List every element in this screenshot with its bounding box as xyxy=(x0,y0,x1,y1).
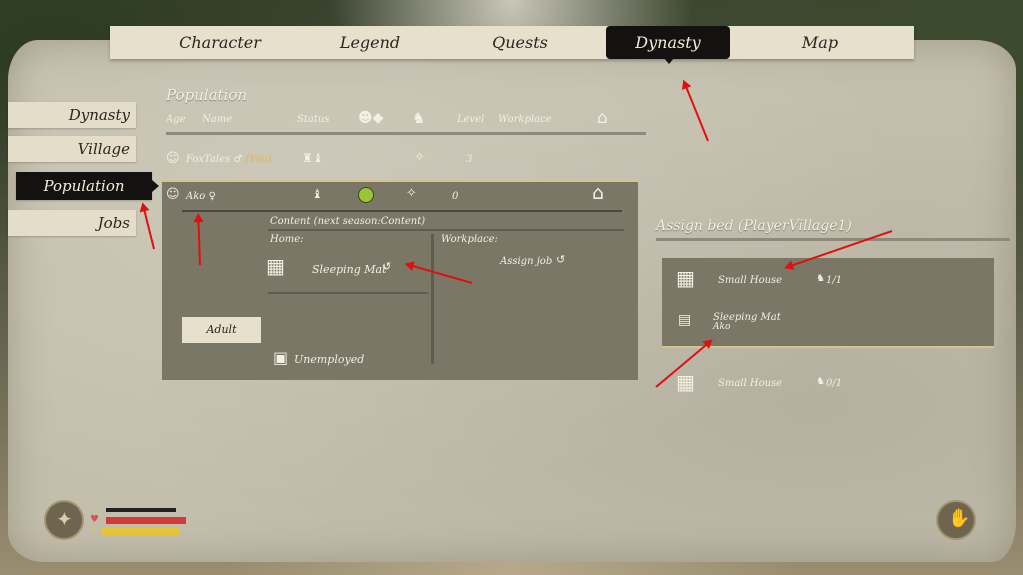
tab-quests[interactable]: Quests xyxy=(470,26,570,59)
health-bar xyxy=(106,517,186,524)
villager-row-foxtales[interactable]: FoxTales ♂ (You) xyxy=(186,154,272,165)
child-face-icon: ☺ xyxy=(166,187,180,202)
age-button[interactable]: Adult xyxy=(182,317,261,343)
assign-job-icon[interactable]: ↺ xyxy=(556,253,565,266)
player-emblem-glyph-icon: ✦ xyxy=(56,507,73,531)
top-nav: Character Legend Quests Dynasty Map xyxy=(110,26,914,59)
health-heart-icon: ♥ xyxy=(90,514,99,525)
mood-sort-icon[interactable]: ☻◆ xyxy=(358,110,383,126)
home-label: Home: xyxy=(270,234,304,245)
happy-mood-icon xyxy=(358,187,374,203)
villager-level: 0 xyxy=(452,191,459,202)
bed-list-panel xyxy=(662,258,994,348)
column-status[interactable]: Status xyxy=(297,114,329,125)
faith-icon: ✧ xyxy=(406,186,417,201)
bed-item-small-house[interactable]: Small House xyxy=(718,275,782,286)
bed-capacity: 0/1 xyxy=(826,378,843,389)
detail-divider xyxy=(268,229,624,231)
job-status: Unemployed xyxy=(294,353,365,366)
you-tag: (You) xyxy=(245,154,272,165)
tab-dynasty[interactable]: Dynasty xyxy=(606,26,730,59)
villager-level: 3 xyxy=(466,154,473,165)
bed-occupant: Ako xyxy=(713,322,731,332)
house-sort-icon[interactable]: ⌂ xyxy=(597,108,608,128)
hand-glyph-icon: ✋ xyxy=(948,508,971,529)
workplace-label: Workplace: xyxy=(441,234,498,245)
villager-row-ako[interactable]: Ako ♀ xyxy=(186,191,216,202)
bed-capacity: 1/1 xyxy=(826,275,843,286)
gender-male-icon: ♂ xyxy=(233,154,243,165)
active-side-caret-icon xyxy=(152,180,159,192)
sleeping-mat-icon: ▦ xyxy=(266,254,285,278)
row-divider xyxy=(182,210,622,212)
villager-name: FoxTales xyxy=(186,154,231,165)
content-status: Content (next season:Content) xyxy=(270,216,426,227)
tab-legend[interactable]: Legend xyxy=(320,26,420,59)
home-value[interactable]: Sleeping Mat xyxy=(312,263,387,276)
column-level[interactable]: Level xyxy=(457,114,484,125)
column-name[interactable]: Name xyxy=(202,114,232,125)
tab-map[interactable]: Map xyxy=(770,26,870,59)
swap-home-icon[interactable]: ↺ xyxy=(382,260,391,273)
assign-bed-title: Assign bed (PlayerVillage1) xyxy=(656,218,852,234)
house-icon: ⌂ xyxy=(592,182,605,204)
villager-name: Ako xyxy=(186,191,206,202)
gender-female-icon: ♀ xyxy=(208,191,216,202)
assign-job-button[interactable]: Assign job xyxy=(500,256,552,267)
small-house-icon: ▦ xyxy=(676,370,695,394)
home-underline xyxy=(268,292,428,294)
small-house-icon: ▦ xyxy=(676,266,695,290)
sidebar-item-population[interactable]: Population xyxy=(16,172,152,200)
job-icon: ▣ xyxy=(273,348,289,367)
tab-character[interactable]: Character xyxy=(170,26,270,59)
sidebar-item-dynasty[interactable]: Dynasty xyxy=(8,102,136,128)
sleeping-mat-icon: ▤ xyxy=(678,312,692,328)
stamina-bar xyxy=(102,528,180,535)
detail-column-divider xyxy=(431,234,434,364)
population-title: Population xyxy=(166,86,248,104)
column-age[interactable]: Age xyxy=(166,114,186,125)
bed-item-small-house[interactable]: Small House xyxy=(718,378,782,389)
sidebar-item-jobs[interactable]: Jobs xyxy=(8,210,136,236)
assign-bed-divider xyxy=(656,238,1010,241)
status-icon: ♝ xyxy=(312,187,323,201)
faith-sort-icon[interactable]: ♞ xyxy=(412,109,425,127)
status-icons: ♜♝ xyxy=(302,151,324,165)
faith-icon: ✧ xyxy=(414,150,425,165)
sidebar-item-village[interactable]: Village xyxy=(8,136,136,162)
child-face-icon: ☺ xyxy=(166,151,180,166)
header-divider xyxy=(166,132,646,135)
column-workplace[interactable]: Workplace xyxy=(498,114,552,125)
stamina-bolt-icon: ⚡ xyxy=(90,525,98,536)
occupants-icon: ♞ xyxy=(816,273,825,284)
occupants-icon: ♞ xyxy=(816,376,825,387)
hunger-bar xyxy=(106,508,176,512)
active-tab-caret-icon xyxy=(664,58,674,64)
